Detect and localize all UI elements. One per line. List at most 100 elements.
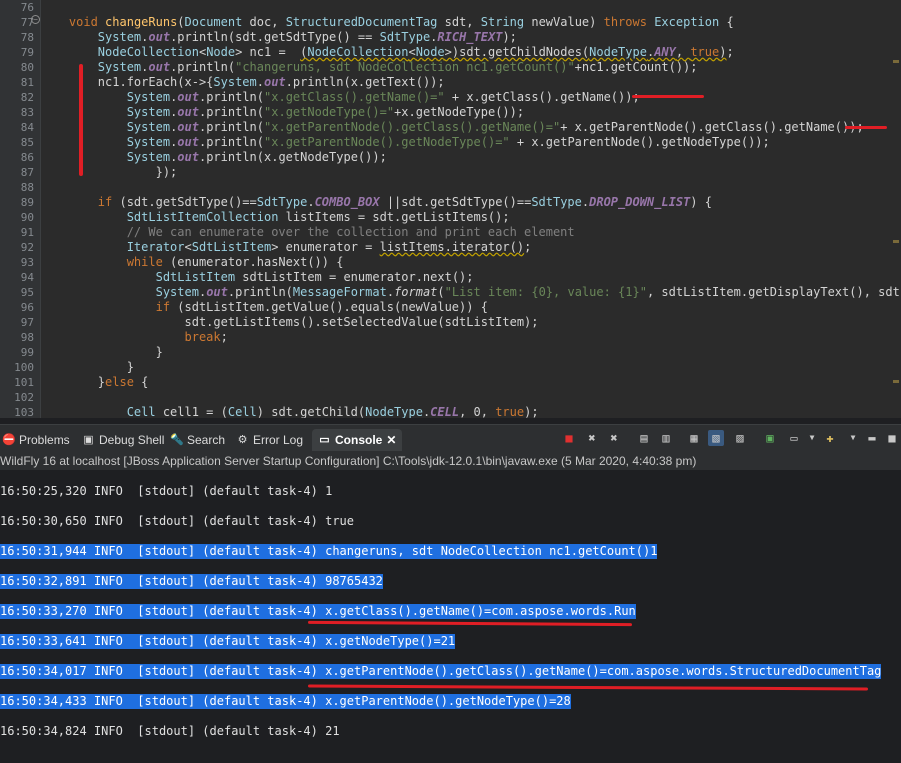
console-line[interactable]: 16:50:32,891 INFO [stdout] (default task… <box>0 574 383 589</box>
console-line[interactable]: 16:50:25,320 INFO [stdout] (default task… <box>0 484 332 499</box>
code-line[interactable]: if (sdt.getSdtType()==SdtType.COMBO_BOX … <box>40 195 712 210</box>
code-line[interactable]: System.out.println(sdt.getSdtType() == S… <box>40 30 517 45</box>
code-line[interactable]: System.out.println("x.getNodeType()="+x.… <box>40 105 524 120</box>
problems-icon: ⛔ <box>2 433 16 446</box>
code-line[interactable]: } <box>40 345 163 360</box>
line-number: 78 <box>20 31 34 44</box>
code-line[interactable]: break; <box>40 330 228 345</box>
console-line[interactable]: 16:50:31,944 INFO [stdout] (default task… <box>0 544 658 559</box>
line-number: 91 <box>20 226 34 239</box>
code-line[interactable]: System.out.println("changeruns, sdt Node… <box>40 60 698 75</box>
tab-label: Problems <box>19 433 70 447</box>
debug-shell-icon: ▣ <box>83 433 94 446</box>
code-line[interactable]: System.out.println(x.getNodeType()); <box>40 150 387 165</box>
minimize-icon[interactable]: ▬ <box>864 430 880 446</box>
search-icon: 🔦 <box>170 433 184 446</box>
annotation-underline <box>845 126 887 129</box>
line-number: 88 <box>20 181 34 194</box>
line-number: 82 <box>20 91 34 104</box>
terminate-icon[interactable]: ■ <box>561 430 577 446</box>
line-number: 94 <box>20 271 34 284</box>
console-line[interactable]: 16:50:30,650 INFO [stdout] (default task… <box>0 514 354 529</box>
line-number: 102 <box>14 391 34 404</box>
code-line[interactable]: SdtListItem sdtListItem = enumerator.nex… <box>40 270 474 285</box>
code-line[interactable]: void changeRuns(Document doc, Structured… <box>40 15 734 30</box>
scroll-lock-icon[interactable]: ▥ <box>658 430 674 446</box>
code-line[interactable]: System.out.println(MessageFormat.format(… <box>40 285 901 300</box>
error-log-icon: ⚙ <box>237 433 248 446</box>
clear-console-icon[interactable]: ▤ <box>636 430 652 446</box>
line-number: 101 <box>14 376 34 389</box>
code-line[interactable]: System.out.println("x.getParentNode().ge… <box>40 135 770 150</box>
line-number: 103 <box>14 406 34 418</box>
line-number: 99 <box>20 346 34 359</box>
show-on-error-icon[interactable]: ▨ <box>732 430 748 446</box>
console-line[interactable]: 16:50:34,824 INFO [stdout] (default task… <box>0 724 340 739</box>
tab-debug-shell[interactable]: ▣ Debug Shell <box>82 429 164 451</box>
code-line[interactable]: } <box>40 360 134 375</box>
line-number: 85 <box>20 136 34 149</box>
line-number: 96 <box>20 301 34 314</box>
tab-label: Error Log <box>253 433 304 447</box>
code-line[interactable]: while (enumerator.hasNext()) { <box>40 255 344 270</box>
code-line[interactable]: Cell cell1 = (Cell) sdt.getChild(NodeTyp… <box>40 405 539 418</box>
code-line[interactable]: SdtListItemCollection listItems = sdt.ge… <box>40 210 510 225</box>
line-number: 76 <box>20 1 34 14</box>
tab-console[interactable]: ▭ Console ✕ <box>312 429 403 451</box>
show-on-output-icon[interactable]: ▧ <box>708 430 724 446</box>
code-line[interactable]: Iterator<SdtListItem> enumerator = listI… <box>40 240 532 255</box>
code-line[interactable]: System.out.println("x.getClass().getName… <box>40 90 640 105</box>
line-number: 92 <box>20 241 34 254</box>
code-line[interactable]: System.out.println("x.getParentNode().ge… <box>40 120 864 135</box>
close-icon[interactable]: ✕ <box>386 433 396 447</box>
annotation-underline <box>307 684 869 691</box>
line-number: 83 <box>20 106 34 119</box>
editor-scrollbar[interactable] <box>891 0 899 418</box>
maximize-icon[interactable]: ■ <box>884 430 900 446</box>
tab-label: Search <box>187 433 226 447</box>
remove-launch-icon[interactable]: ✖ <box>584 430 600 446</box>
tab-label: Console <box>335 433 383 447</box>
line-number: 84 <box>20 121 34 134</box>
warning-marker[interactable] <box>893 380 899 383</box>
console-icon: ▭ <box>319 433 330 446</box>
console-line[interactable]: 16:50:33,641 INFO [stdout] (default task… <box>0 634 456 649</box>
annotation-bracket <box>79 64 83 176</box>
line-number: 86 <box>20 151 34 164</box>
fold-toggle-icon[interactable]: − <box>31 15 40 24</box>
annotation-underline <box>307 620 633 627</box>
remove-all-icon[interactable]: ✖ <box>606 430 622 446</box>
console-line[interactable]: 16:50:34,017 INFO [stdout] (default task… <box>0 664 882 679</box>
code-editor[interactable]: 76 77 78 79 80 81 82 83 84 85 86 87 88 89 90 91 92 93 94 95… <box>0 0 901 418</box>
line-number-gutter: 76 77 78 79 80 81 82 83 84 85 86 87 88 89 90 91 92 93 94 95… <box>0 0 41 418</box>
chevron-down-icon[interactable]: ▼ <box>804 430 820 446</box>
warning-marker[interactable] <box>893 240 899 243</box>
console-line[interactable]: 16:50:33,270 INFO [stdout] (default task… <box>0 604 636 619</box>
chevron-down-icon[interactable]: ▼ <box>845 430 861 446</box>
console-output[interactable]: 16:50:25,320 INFO [stdout] (default task… <box>0 470 901 763</box>
code-line[interactable]: sdt.getListItems().setSelectedValue(sdtL… <box>40 315 538 330</box>
open-console-icon[interactable]: ✚ <box>822 430 838 446</box>
tab-label: Debug Shell <box>99 433 165 447</box>
line-number: 87 <box>20 166 34 179</box>
code-line[interactable]: // We can enumerate over the collection … <box>40 225 575 240</box>
display-console-icon[interactable]: ▭ <box>786 430 802 446</box>
code-line[interactable]: }); <box>40 165 178 180</box>
word-wrap-icon[interactable]: ▦ <box>686 430 702 446</box>
line-number: 93 <box>20 256 34 269</box>
line-number: 81 <box>20 76 34 89</box>
code-line[interactable]: }else { <box>40 375 149 390</box>
code-line[interactable]: nc1.forEach(x->{System.out.println(x.get… <box>40 75 445 90</box>
pin-console-icon[interactable]: ▣ <box>762 430 778 446</box>
line-number: 79 <box>20 46 34 59</box>
tab-search[interactable]: 🔦 Search <box>170 429 225 451</box>
warning-marker[interactable] <box>893 60 899 63</box>
code-line[interactable]: if (sdtListItem.getValue().equals(newVal… <box>40 300 488 315</box>
tab-error-log[interactable]: ⚙ Error Log <box>236 429 303 451</box>
console-title: WildFly 16 at localhost [JBoss Applicati… <box>0 452 901 470</box>
code-line[interactable]: NodeCollection<Node> nc1 = (NodeCollecti… <box>40 45 734 60</box>
tab-problems[interactable]: ⛔ Problems <box>2 429 70 451</box>
console-line[interactable]: 16:50:34,433 INFO [stdout] (default task… <box>0 694 571 709</box>
line-number: 100 <box>14 361 34 374</box>
line-number: 95 <box>20 286 34 299</box>
